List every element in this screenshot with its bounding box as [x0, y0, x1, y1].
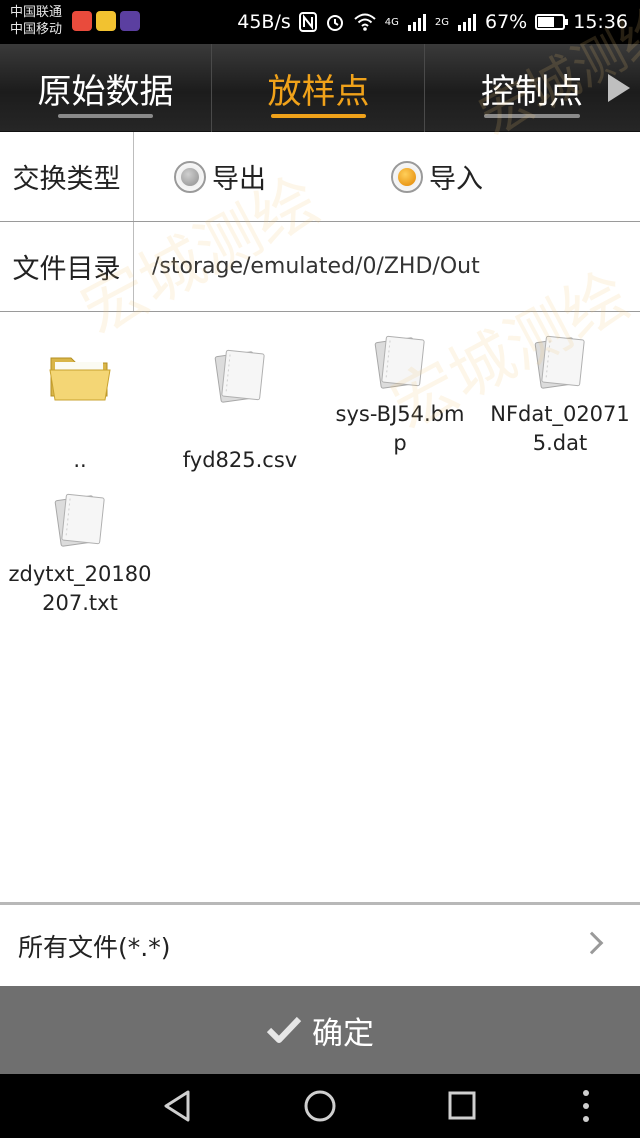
alarm-icon	[326, 15, 343, 31]
directory-path[interactable]: /storage/emulated/0/ZHD/Out	[152, 222, 480, 311]
file-browser: .. fyd825.csv sys-BJ54.bmp NFdat_020715.…	[0, 312, 640, 902]
net-speed: 45B/s	[237, 11, 291, 33]
import-radio[interactable]: 导入	[391, 132, 483, 221]
file-name: zdytxt_20180207.txt	[8, 562, 152, 615]
tab-label: 原始数据	[37, 71, 174, 112]
file-item-parent-folder[interactable]: ..	[0, 342, 160, 482]
weibo-app-icon	[96, 11, 116, 31]
wifi-icon	[354, 13, 376, 31]
battery-percent: 67%	[485, 11, 528, 33]
sina-app-icon	[72, 11, 92, 31]
document-icon	[54, 493, 105, 547]
tab-bar: 原始数据 放样点 控制点	[0, 44, 640, 132]
clock: 15:36	[573, 11, 628, 33]
directory-row: 文件目录 /storage/emulated/0/ZHD/Out	[0, 222, 640, 312]
carrier-info: 中国联通 中国移动	[10, 4, 62, 38]
file-name: ..	[73, 448, 87, 472]
carrier-2: 中国移动	[10, 22, 63, 37]
scroll-right-arrow-icon[interactable]	[608, 74, 630, 102]
folder-icon	[49, 357, 111, 401]
file-name: sys-BJ54.bmp	[335, 402, 465, 455]
nfc-icon	[298, 12, 317, 32]
file-name: NFdat_020715.dat	[490, 402, 630, 455]
document-icon	[534, 335, 585, 389]
home-icon[interactable]	[300, 1088, 340, 1124]
import-label: 导入	[429, 164, 483, 195]
radio-button-icon	[174, 160, 206, 193]
system-nav-bar	[0, 1074, 640, 1138]
tab-label: 放样点	[267, 71, 370, 112]
radio-button-icon	[391, 160, 423, 193]
tab-underline	[484, 114, 580, 118]
notification-icons	[72, 11, 140, 31]
export-label: 导出	[212, 164, 266, 195]
tab-raw-data[interactable]: 原始数据	[0, 44, 212, 132]
exchange-type-label: 交换类型	[0, 132, 134, 221]
document-icon	[374, 335, 425, 389]
file-filter-label: 所有文件(*.*)	[18, 932, 171, 962]
file-item[interactable]: sys-BJ54.bmp	[320, 332, 480, 482]
back-icon[interactable]	[158, 1088, 198, 1124]
file-item[interactable]: fyd825.csv	[160, 342, 320, 482]
export-radio[interactable]: 导出	[174, 132, 266, 221]
tab-underline	[271, 114, 366, 118]
carrier-1: 中国联通	[10, 5, 63, 20]
status-right: 45B/s 4G 2G 67% 15:36	[237, 0, 628, 44]
network-2-label: 2G	[434, 16, 449, 28]
directory-label: 文件目录	[0, 222, 134, 311]
signal-icon-2	[458, 14, 476, 31]
signal-icon	[407, 14, 426, 31]
confirm-button[interactable]: 确定	[0, 986, 640, 1074]
battery-icon	[535, 14, 569, 30]
battery-fill	[538, 17, 555, 27]
chevron-right-icon	[580, 931, 604, 955]
status-bar: 中国联通 中国移动 45B/s 4G 2G 67% 15:36	[0, 0, 640, 44]
tab-label: 控制点	[481, 71, 583, 112]
tab-stakeout-points[interactable]: 放样点	[213, 44, 425, 132]
file-name: fyd825.csv	[182, 448, 298, 472]
tab-underline	[58, 114, 153, 118]
recents-icon[interactable]	[442, 1088, 482, 1124]
document-icon	[214, 349, 265, 403]
more-options-icon[interactable]	[566, 1088, 606, 1124]
file-filter-selector[interactable]: 所有文件(*.*)	[0, 902, 640, 986]
network-1-label: 4G	[384, 16, 399, 28]
file-item[interactable]: NFdat_020715.dat	[480, 332, 640, 482]
video-app-icon	[120, 11, 140, 31]
checkmark-icon	[266, 1016, 302, 1043]
tab-control-points[interactable]: 控制点	[426, 44, 638, 132]
confirm-label: 确定	[312, 1015, 374, 1052]
exchange-type-row: 交换类型 导出 导入	[0, 132, 640, 222]
file-item[interactable]: zdytxt_20180207.txt	[0, 490, 160, 640]
